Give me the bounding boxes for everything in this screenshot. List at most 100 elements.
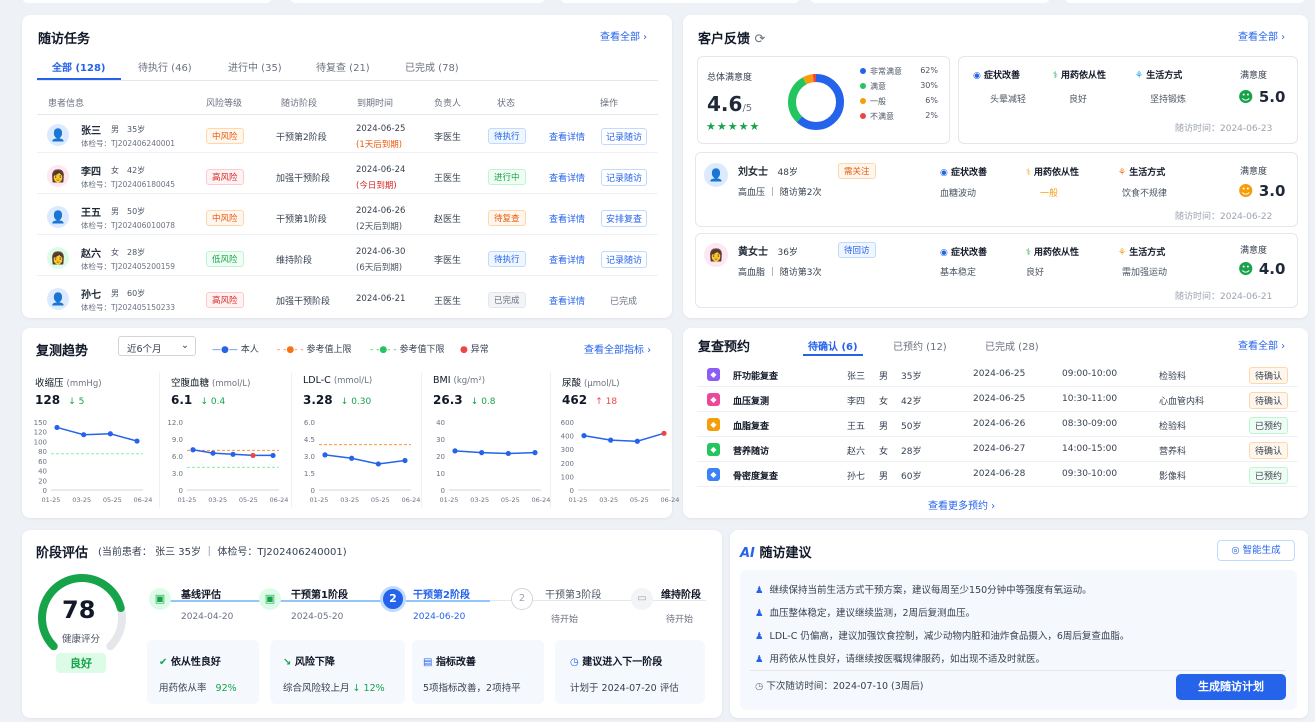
data-point[interactable] [322, 452, 328, 458]
followup-view-all-link[interactable]: 查看全部 › [600, 28, 647, 43]
y-tick-label: 0 [441, 487, 445, 495]
y-tick-label: 1.5 [304, 470, 315, 478]
tab-all[interactable]: 全部 (128) [52, 59, 106, 74]
data-point[interactable] [452, 448, 458, 454]
record-followup-button[interactable]: 记录随访 [601, 128, 648, 145]
tab-in-progress[interactable]: 进行中 (35) [228, 59, 282, 74]
appointment-row[interactable]: ◆ 血压复测 李四 女 42岁 2024-06-25 10:30-11:00 心血管内科 待确认 [697, 388, 1298, 412]
due-date: 2024-06-26 [356, 206, 406, 216]
data-point[interactable] [270, 452, 276, 459]
trend-view-all-link[interactable]: 查看全部指标 › [584, 341, 651, 356]
tab-pending[interactable]: 待执行 (46) [138, 59, 192, 74]
data-point[interactable] [402, 457, 408, 464]
x-tick-label: 06-24 [270, 496, 289, 504]
record-followup-button[interactable]: 记录随访 [601, 251, 648, 268]
due-date: 2024-06-30 [356, 247, 406, 257]
y-tick-label: 100 [561, 473, 574, 481]
appointment-row[interactable]: ◆ 肝功能复查 张三 男 35岁 2024-06-25 09:00-10:00 检验科 待确认 [697, 363, 1298, 387]
data-point[interactable] [505, 450, 511, 457]
data-point[interactable] [608, 437, 614, 443]
lifestyle-header: ⚘ 生活方式 [1135, 71, 1183, 81]
view-detail-link[interactable]: 查看详情 [549, 212, 585, 225]
data-point[interactable] [479, 450, 485, 456]
department: 影像科 [1159, 472, 1187, 482]
patient-sex: 女 [879, 397, 889, 407]
appointment-row[interactable]: ◆ 营养随访 赵六 女 28岁 2024-06-27 14:00-15:00 营养科 待确认 [697, 438, 1298, 462]
risk-badge: 低风险 [206, 251, 244, 267]
appointment-item: 营养随访 [733, 447, 770, 457]
appointment-row[interactable]: ◆ 骨密度复查 孙七 男 60岁 2024-06-28 09:30-10:00 影像科 已预约 [697, 463, 1298, 487]
x-tick-label: 06-24 [661, 496, 680, 504]
clock-icon: ◷ [570, 657, 579, 668]
y-tick-label: 120 [34, 429, 47, 437]
status-badge: 待确认 [1249, 392, 1289, 409]
appointment-date: 2024-06-28 [973, 469, 1026, 479]
satisfaction-legend: 非常满意 62% 满意 30% 一般 6% 不满意 2% [860, 66, 938, 126]
data-point[interactable] [634, 438, 640, 444]
tab-completed[interactable]: 已完成 (28) [985, 338, 1039, 353]
avatar: 👤 [47, 206, 69, 228]
view-detail-link[interactable]: 查看详情 [549, 130, 585, 143]
data-point[interactable] [532, 450, 538, 456]
y-tick-label: 20 [436, 453, 445, 461]
data-point[interactable] [349, 455, 355, 461]
sat-score: ☻ 3.0 [1238, 182, 1286, 200]
view-detail-link[interactable]: 查看详情 [549, 171, 585, 184]
appointments-view-all-link[interactable]: 查看全部 › [1238, 337, 1285, 352]
schedule-recheck-button[interactable]: 安排复查 [601, 210, 648, 227]
status-badge: 待执行 [488, 128, 526, 144]
trend-down-icon: ↘ [283, 657, 292, 668]
series-line [583, 432, 665, 443]
data-point[interactable] [581, 433, 587, 439]
patient-name: 李四 [847, 397, 866, 407]
attention-badge: 需关注 [838, 163, 876, 179]
tab-booked[interactable]: 已预约 (12) [893, 338, 947, 353]
owner-cell: 李医生 [434, 133, 462, 143]
view-detail-link[interactable]: 查看详情 [549, 253, 585, 266]
patient-sex-age: 女 28岁 [111, 248, 146, 257]
record-followup-button[interactable]: 记录随访 [601, 169, 648, 186]
smart-generate-button[interactable]: ◎ 智能生成 [1217, 540, 1295, 561]
data-point[interactable] [661, 430, 667, 436]
tab-recheck[interactable]: 待复查 (21) [316, 59, 370, 74]
view-detail-link[interactable]: 查看详情 [549, 294, 585, 307]
feedback-view-all-link[interactable]: 查看全部 › [1238, 28, 1285, 43]
trend-mini-chart: 6.0 4.5 3.0 1.5 001-25 03-25 05-25 06-24 [304, 419, 421, 504]
y-tick-label: 40 [436, 419, 445, 427]
owner-cell: 王医生 [434, 174, 462, 184]
x-tick-label: 05-25 [371, 496, 390, 504]
tab-to-confirm[interactable]: 待确认 (6) [808, 338, 858, 353]
sat-label: 满意度 [1240, 71, 1268, 81]
range-select[interactable]: 近6个月 ⌄ [118, 336, 196, 356]
symptom-value: 头晕减轻 [990, 95, 1027, 105]
avatar: 👩 [47, 247, 69, 269]
data-point[interactable] [230, 451, 236, 457]
sat-label: 满意度 [1240, 167, 1268, 177]
data-point[interactable] [134, 438, 140, 444]
appointment-item: 肝功能复查 [733, 372, 779, 382]
data-point[interactable] [190, 447, 196, 453]
more-appointments-link[interactable]: 查看更多预约 › [928, 497, 995, 512]
data-point[interactable] [54, 424, 60, 431]
due-date: 2024-06-24 [356, 165, 406, 175]
data-point[interactable] [250, 452, 256, 459]
data-point[interactable] [107, 431, 113, 437]
due-note: (今日到期) [356, 181, 397, 191]
avatar: 👤 [704, 163, 728, 187]
y-tick-label: 200 [561, 460, 574, 468]
risk-badge: 高风险 [206, 292, 244, 308]
patient-sex-age: 男 35岁 [111, 125, 146, 134]
data-point[interactable] [81, 432, 87, 438]
x-tick-label: 05-25 [630, 496, 649, 504]
tab-done[interactable]: 已完成 (78) [405, 59, 459, 74]
appointment-row[interactable]: ◆ 血脂复查 王五 男 50岁 2024-06-26 08:30-09:00 检验科 已预约 [697, 413, 1298, 437]
owner-cell: 李医生 [434, 256, 462, 266]
suggestion-item: LDL-C 仍偏高，建议加强饮食控制，减少动物内脏和油炸食品摄入，6周后复查血脂… [755, 628, 1130, 642]
legend-item: 非常满意 62% [860, 66, 938, 81]
refresh-icon[interactable]: ⟳ [755, 32, 766, 47]
data-point[interactable] [210, 450, 216, 456]
x-tick-label: 05-25 [103, 496, 122, 504]
appointment-type-icon: ◆ [707, 468, 720, 481]
data-point[interactable] [375, 461, 381, 467]
generate-plan-button[interactable]: 生成随访计划 [1176, 674, 1286, 700]
